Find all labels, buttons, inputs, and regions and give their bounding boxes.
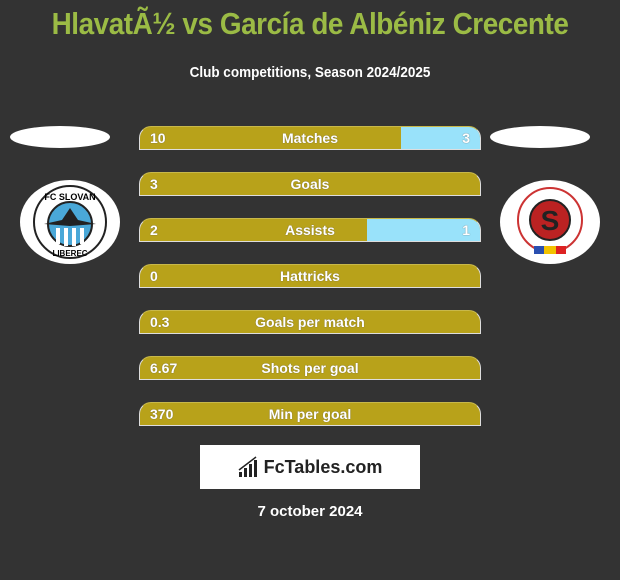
right-player-oval	[490, 126, 590, 148]
stat-label: Shots per goal	[261, 360, 359, 376]
stat-row-goals: 3 Goals	[139, 172, 481, 196]
svg-text:FC SLOVAN: FC SLOVAN	[44, 192, 95, 202]
stat-row-min-per-goal: 370 Min per goal	[139, 402, 481, 426]
date: 7 october 2024	[257, 503, 363, 520]
subtitle: Club competitions, Season 2024/2025	[189, 64, 431, 81]
stat-row-goals-per-match: 0.3 Goals per match	[139, 310, 481, 334]
fctables-logo[interactable]: FcTables.com	[200, 445, 420, 489]
left-player-oval	[10, 126, 110, 148]
bar-chart-icon	[238, 456, 257, 477]
left-team-logo: FC SLOVAN LIBEREC	[20, 180, 120, 264]
stat-label: Matches	[281, 130, 339, 146]
stat-label: Goals per match	[255, 314, 365, 330]
stat-label: Goals	[290, 176, 330, 192]
stat-row-hattricks: 0 Hattricks	[139, 264, 481, 288]
right-team-logo: S	[500, 180, 600, 264]
right-value: 1	[462, 222, 470, 238]
stat-label: Hattricks	[280, 268, 340, 284]
brand-name: FcTables.com	[263, 456, 383, 477]
right-value: 3	[462, 130, 470, 146]
stat-label: Assists	[285, 222, 335, 238]
stat-row-assists: 2 Assists 1	[139, 218, 481, 242]
stat-label: Min per goal	[268, 406, 352, 422]
svg-text:LIBEREC: LIBEREC	[52, 249, 87, 258]
page-title: HlavatÃ½ vs García de Albéniz Crecente	[51, 6, 569, 41]
svg-text:S: S	[541, 205, 560, 236]
stat-row-shots-per-goal: 6.67 Shots per goal	[139, 356, 481, 380]
stat-row-matches: 10 Matches 3	[139, 126, 481, 150]
